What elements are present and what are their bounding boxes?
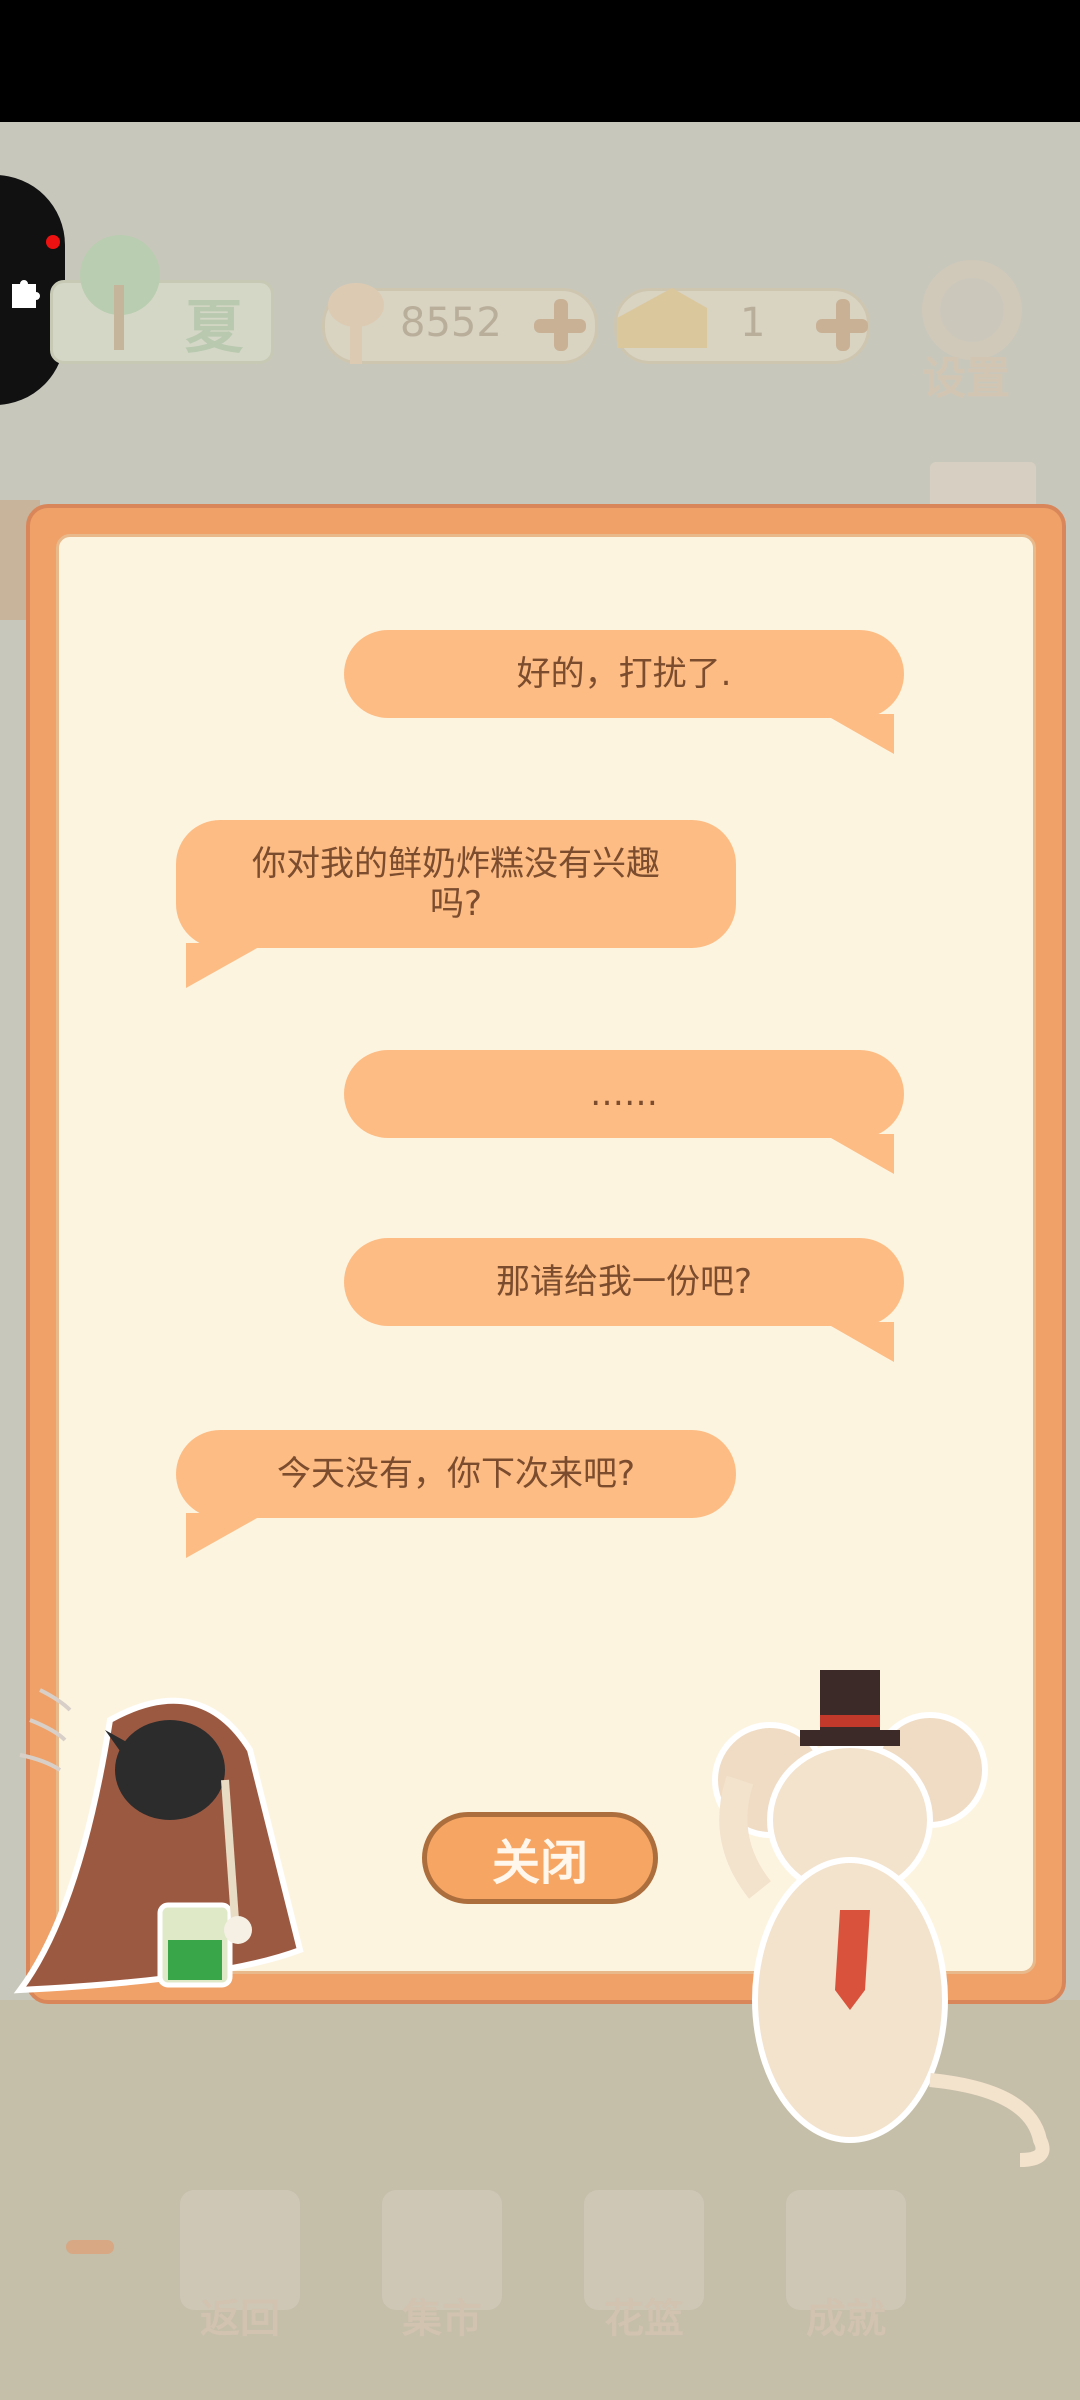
chat-text: …… xyxy=(590,1074,658,1114)
chat-bubble-right: 那请给我一份吧? xyxy=(344,1238,904,1362)
nav-return[interactable]: 返回 xyxy=(180,2190,300,2342)
chat-text: 今天没有，你下次来吧? xyxy=(276,1454,636,1494)
add-cheese-button[interactable] xyxy=(812,295,872,355)
nav-market-label: 集市 xyxy=(402,2296,482,2342)
nav-flower-basket-label: 花篮 xyxy=(604,2296,684,2342)
nav-achievements-label: 成就 xyxy=(806,2296,886,2342)
chat-bubble-right: …… xyxy=(344,1050,904,1174)
cheese-icon xyxy=(617,288,707,348)
cheese-count: 1 xyxy=(740,300,766,346)
page-indicator xyxy=(66,2240,114,2254)
nav-market[interactable]: 集市 xyxy=(382,2190,502,2342)
chat-bubble-right: 好的，打扰了. xyxy=(344,630,904,754)
add-fish-button[interactable] xyxy=(530,295,590,355)
nav-achievements[interactable]: 成就 xyxy=(786,2190,906,2342)
season-label: 夏 xyxy=(185,293,246,361)
crow-character xyxy=(13,1688,304,1994)
settings-label: 设置 xyxy=(922,353,1010,404)
chat-text: 好的，打扰了. xyxy=(516,654,732,694)
fish-count: 8552 xyxy=(400,300,502,346)
fish-bone-icon xyxy=(328,283,384,364)
puzzle-icon xyxy=(12,280,40,308)
mouse-character xyxy=(712,1670,1050,2167)
tree-icon xyxy=(80,235,160,350)
chat-bubble-left: 今天没有，你下次来吧? xyxy=(176,1430,736,1558)
nav-return-label: 返回 xyxy=(200,2296,280,2342)
chat-text: 那请给我一份吧? xyxy=(495,1262,753,1302)
status-bar xyxy=(0,0,1080,122)
nav-flower-basket[interactable]: 花篮 xyxy=(584,2190,704,2342)
chat-text: 你对我的鲜奶炸糕没有兴趣 吗? xyxy=(252,844,660,924)
chat-bubble-left: 你对我的鲜奶炸糕没有兴趣 吗? xyxy=(176,820,736,988)
close-button[interactable]: 关闭 xyxy=(422,1812,658,1904)
